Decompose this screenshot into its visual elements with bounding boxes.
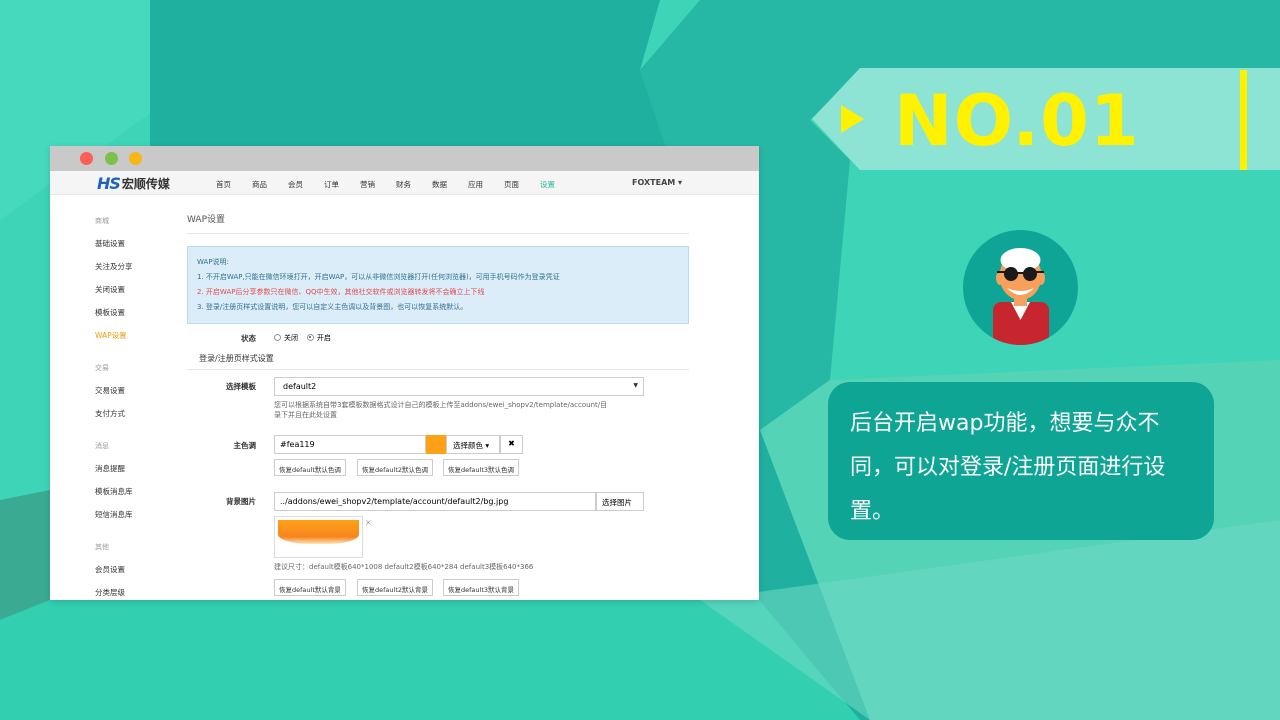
nav-goods[interactable]: 商品 (252, 179, 267, 190)
restore-default2-color-button[interactable]: 恢复default2默认色调 (357, 459, 434, 476)
pick-color-button[interactable]: 选择颜色 ▾ (446, 435, 500, 454)
logo-mark: HS (97, 174, 121, 193)
nav-home[interactable]: 首页 (216, 179, 231, 190)
restore-default2-bg-button[interactable]: 恢复default2默认背景 (357, 579, 434, 596)
template-hint-line-2: 录下并且在此处设置 (274, 411, 337, 419)
template-hint-line-1: 您可以根据系统自带3套模板数据格式设计自己的模板上传至addons/ewei_s… (274, 401, 608, 409)
user-menu[interactable]: FOXTEAM ▾ (632, 178, 682, 187)
template-label: 选择模板 (226, 382, 256, 391)
old-man-icon (993, 248, 1049, 345)
browser-window: HS 宏顺传媒 首页 商品 会员 订单 营销 财务 数据 应用 页面 设置 FO… (50, 146, 759, 600)
description-bubble: 后台开启wap功能，想要与众不同，可以对登录/注册页面进行设置。 (828, 382, 1214, 540)
nav-members[interactable]: 会员 (288, 179, 303, 190)
minimize-window-icon[interactable] (105, 152, 118, 165)
nav-pages[interactable]: 页面 (504, 179, 519, 190)
select-image-button[interactable]: 选择图片 (596, 492, 644, 511)
nav-apps[interactable]: 应用 (468, 179, 483, 190)
sidebar-item-close[interactable]: 关闭设置 (95, 284, 185, 295)
sidebar-item-basic[interactable]: 基础设置 (95, 238, 185, 249)
sidebar-item-trade[interactable]: 交易设置 (95, 385, 185, 396)
bg-path-input[interactable]: ../addons/ewei_shopv2/template/account/d… (274, 492, 596, 511)
alert-line-3: 3. 登录/注册页样式设置说明，您可以自定义主色调以及背景图，也可以恢复系统默认… (197, 303, 468, 311)
bg-thumbnail-image (278, 520, 359, 544)
nav-marketing[interactable]: 营销 (360, 179, 375, 190)
logo-text: 宏顺传媒 (121, 177, 170, 191)
nav-settings[interactable]: 设置 (540, 179, 555, 190)
color-swatch[interactable] (426, 435, 446, 454)
radio-off[interactable] (274, 333, 281, 341)
slide-number: NO.01 (894, 80, 1140, 162)
nav-finance[interactable]: 财务 (396, 179, 411, 190)
status-radio-group: 关闭 开启 (274, 333, 331, 343)
wap-info-alert: WAP说明: 1. 不开启WAP,只能在微信环境打开，开启WAP，可以从非微信浏… (187, 246, 689, 324)
sidebar-item-payment[interactable]: 支付方式 (95, 408, 185, 419)
sidebar-group-other: 其他 (95, 543, 109, 551)
status-label: 状态 (241, 334, 256, 343)
sidebar-group-trade: 交易 (95, 364, 109, 372)
sidebar-group-message: 消息 (95, 442, 109, 450)
sidebar-item-follow-share[interactable]: 关注及分享 (95, 261, 185, 272)
status-off-label: 关闭 (284, 334, 298, 342)
browser-titlebar (50, 146, 759, 171)
template-hint: 您可以根据系统自带3套模板数据格式设计自己的模板上传至addons/ewei_s… (274, 400, 644, 420)
template-select-value: default2 (283, 382, 317, 391)
sidebar-item-wap[interactable]: WAP设置 (95, 330, 185, 341)
clear-color-button[interactable]: ✖ (500, 435, 523, 454)
sidebar-item-category[interactable]: 分类层级 (95, 587, 185, 598)
nav-data[interactable]: 数据 (432, 179, 447, 190)
restore-default-color-button[interactable]: 恢复default默认色调 (274, 459, 346, 476)
sidebar-item-sms[interactable]: 短信消息库 (95, 509, 185, 520)
alert-line-1: 1. 不开启WAP,只能在微信环境打开，开启WAP，可以从非微信浏览器打开(任何… (197, 273, 560, 281)
restore-default-bg-button[interactable]: 恢复default默认背景 (274, 579, 346, 596)
color-label: 主色调 (233, 441, 257, 450)
nav-orders[interactable]: 订单 (324, 179, 339, 190)
main-nav: 首页 商品 会员 订单 营销 财务 数据 应用 页面 设置 (216, 179, 576, 190)
sidebar-item-template[interactable]: 模板设置 (95, 307, 185, 318)
remove-image-icon[interactable]: × (365, 518, 372, 527)
radio-on[interactable] (306, 333, 314, 341)
template-select[interactable]: default2 ▼ (274, 377, 644, 396)
caret-down-icon: ▾ (485, 441, 490, 450)
section-title: 登录/注册页样式设置 (199, 354, 274, 363)
brand-logo[interactable]: HS 宏顺传媒 (97, 174, 170, 193)
chevron-down-icon: ▾ (678, 178, 683, 187)
color-input[interactable]: #fea119 (274, 435, 426, 454)
restore-default3-color-button[interactable]: 恢复default3默认色调 (443, 459, 520, 476)
top-navigation: HS 宏顺传媒 首页 商品 会员 订单 营销 财务 数据 应用 页面 设置 FO… (50, 171, 759, 195)
close-window-icon[interactable] (80, 152, 93, 165)
accent-bar (1240, 70, 1247, 170)
section-divider (187, 369, 689, 370)
sidebar-item-notify[interactable]: 消息提醒 (95, 463, 185, 474)
presenter-avatar (963, 230, 1078, 345)
page-title: WAP设置 (187, 194, 689, 234)
restore-default3-bg-button[interactable]: 恢复default3默认背景 (443, 579, 520, 596)
main-content: WAP设置 WAP说明: 1. 不开启WAP,只能在微信环境打开，开启WAP，可… (187, 194, 689, 324)
sidebar-item-member[interactable]: 会员设置 (95, 564, 185, 575)
status-on-label: 开启 (316, 334, 331, 342)
bg-size-hint: 建议尺寸：default模板640*1008 default2模板640*284… (274, 563, 534, 571)
alert-line-2: 2. 开启WAP后分享参数只在微信、QQ中生效，其他社交软件或浏览器转发将不会确… (197, 288, 485, 296)
pick-color-label: 选择颜色 (453, 441, 483, 450)
bg-thumbnail (274, 516, 363, 558)
user-menu-label: FOXTEAM (632, 178, 676, 187)
caret-down-icon: ▼ (633, 382, 638, 389)
sidebar-item-template-msg[interactable]: 模板消息库 (95, 486, 185, 497)
sidebar-group-mall: 商城 (95, 217, 109, 225)
alert-title: WAP说明: (197, 258, 229, 266)
maximize-window-icon[interactable] (129, 152, 142, 165)
bg-label: 背景图片 (226, 497, 256, 506)
settings-sidebar: 商城 基础设置 关注及分享 关闭设置 模板设置 WAP设置 交易 交易设置 支付… (95, 216, 185, 600)
